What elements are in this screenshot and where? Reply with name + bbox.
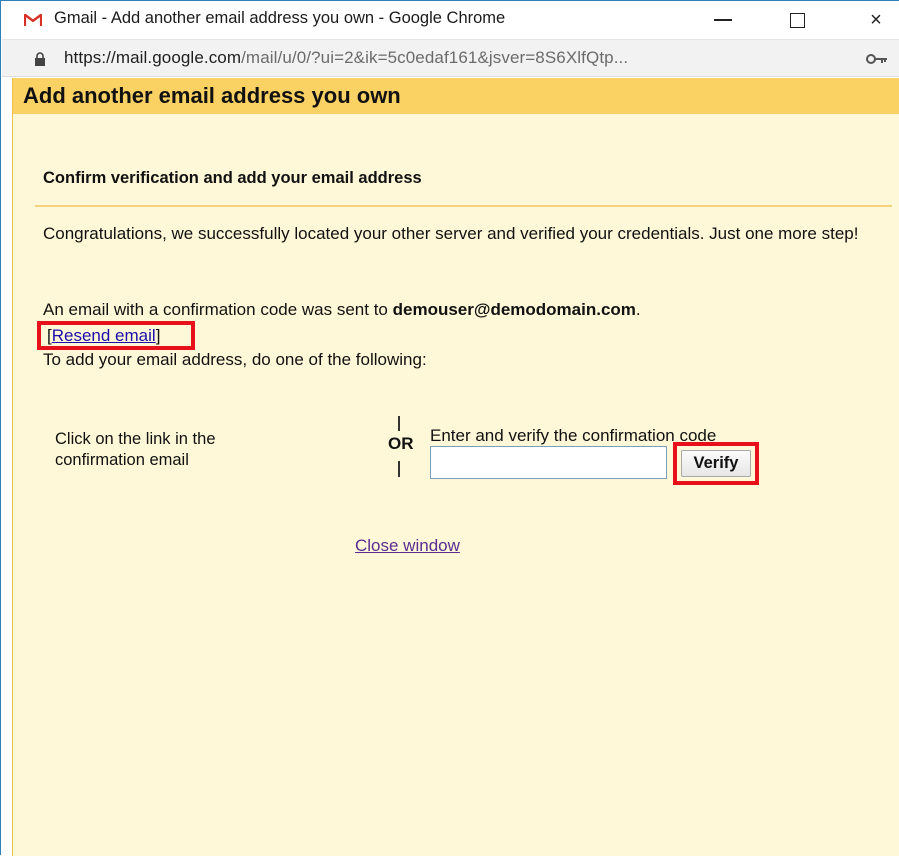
resend-label: Resend email (51, 326, 156, 345)
minimize-button[interactable] (700, 2, 746, 38)
option-click-link: Click on the link in the confirmation em… (55, 430, 216, 469)
verify-button[interactable]: Verify (681, 450, 751, 477)
maximize-icon (789, 12, 805, 28)
instruction-text: To add your email address, do one of the… (43, 350, 427, 369)
lock-icon (35, 52, 45, 66)
window-title: Gmail - Add another email address you ow… (54, 9, 506, 27)
section-title: Confirm verification and add your email … (43, 169, 422, 187)
resend-highlight: [Resend email] (37, 321, 195, 350)
bracket-close: ] (155, 326, 161, 345)
confirmation-code-input[interactable] (430, 446, 667, 479)
sent-email: demouser@demodomain.com (392, 300, 636, 319)
url-text[interactable]: https://mail.google.com/mail/u/0/?ui=2&i… (64, 48, 628, 68)
address-bar[interactable]: https://mail.google.com/mail/u/0/?ui=2&i… (2, 39, 899, 77)
browser-window: Gmail - Add another email address you ow… (0, 0, 899, 856)
sent-text: An email with a confirmation code was se… (43, 300, 883, 320)
maximize-button[interactable] (774, 2, 820, 38)
or-bar-top (398, 416, 400, 431)
dialog-header: Add another email address you own (13, 78, 899, 114)
title-bar: Gmail - Add another email address you ow… (2, 2, 899, 38)
url-host: https://mail.google.com (64, 48, 242, 67)
verify-highlight: Verify (673, 442, 759, 485)
gmail-icon (24, 13, 42, 27)
divider (35, 205, 892, 207)
close-button[interactable]: × (853, 2, 899, 38)
or-bar-bottom (398, 461, 400, 477)
sent-text-suffix: . (635, 300, 641, 319)
key-icon[interactable] (866, 53, 888, 65)
close-window-link[interactable]: Close window (355, 536, 460, 556)
minimize-icon (714, 19, 732, 21)
or-separator: OR (388, 416, 428, 486)
sent-text-prefix: An email with a confirmation code was se… (43, 300, 393, 319)
dialog-content: Add another email address you own Confir… (12, 78, 899, 856)
url-path: /mail/u/0/?ui=2&ik=5c0edaf161&jsver=8S6X… (241, 48, 629, 67)
page-title: Add another email address you own (23, 83, 401, 108)
congrats-text: Congratulations, we successfully located… (43, 224, 859, 243)
resend-email-link[interactable]: [Resend email] (47, 325, 160, 347)
close-icon: × (870, 8, 882, 31)
or-label: OR (388, 434, 414, 453)
